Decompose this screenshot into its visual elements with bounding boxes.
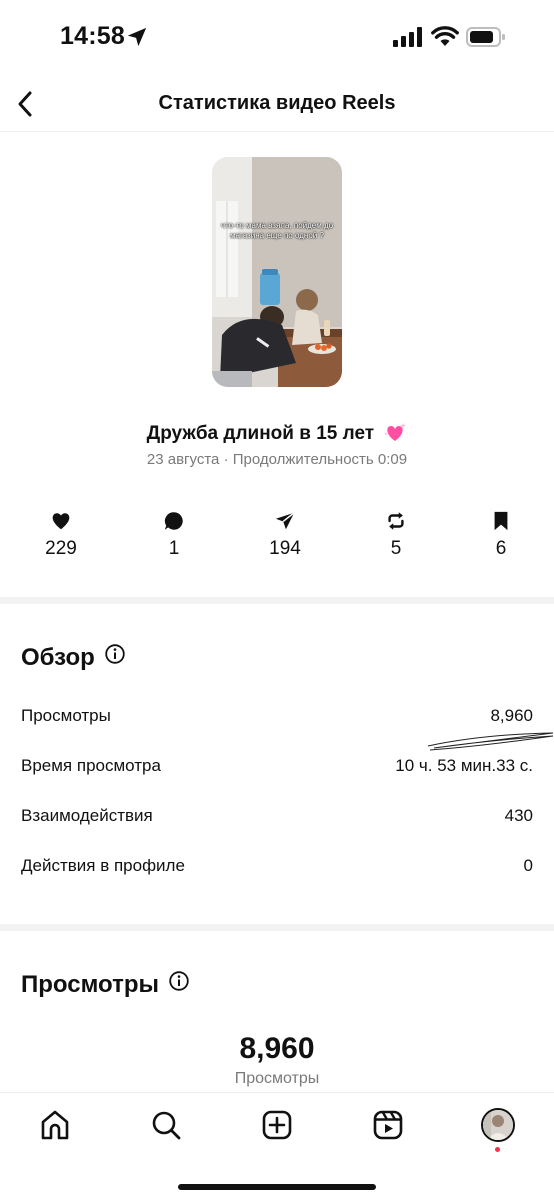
overview-row-label: Взаимодействия — [21, 806, 153, 825]
views-section-title: Просмотры — [21, 971, 189, 999]
avatar — [483, 1110, 513, 1140]
page-title: Статистика видео Reels — [158, 92, 396, 114]
overview-row-label: Просмотры — [21, 706, 111, 725]
info-icon[interactable] — [169, 971, 189, 991]
shares-metric: 194 — [250, 510, 320, 560]
search-icon — [152, 1111, 181, 1140]
section-divider — [0, 597, 554, 604]
cellular-signal-icon — [393, 27, 422, 47]
home-icon — [41, 1110, 69, 1140]
overview-row-value: 10 ч. 53 мин.33 с. — [395, 756, 533, 775]
bookmark-icon — [494, 511, 508, 531]
saves-count: 6 — [495, 538, 507, 559]
section-divider — [0, 924, 554, 931]
likes-metric: 229 — [26, 510, 96, 560]
info-icon[interactable] — [105, 644, 125, 664]
tab-home[interactable] — [37, 1107, 73, 1143]
home-indicator — [178, 1184, 376, 1190]
overview-title-text: Обзор — [21, 644, 95, 671]
tab-profile-avatar[interactable] — [481, 1108, 515, 1142]
overview-row-label: Время просмотра — [21, 756, 161, 775]
notification-dot — [495, 1147, 500, 1152]
reposts-metric: 5 — [361, 510, 431, 560]
overview-section-title: Обзор — [21, 644, 125, 672]
views-title-text: Просмотры — [21, 971, 160, 998]
reel-thumbnail[interactable]: что-то мама взяла, пойдем до магазина ещ… — [212, 157, 342, 387]
reel-title: Дружба длиной в 15 лет — [0, 422, 554, 445]
likes-count: 229 — [45, 538, 77, 559]
repost-icon — [388, 512, 404, 530]
shares-count: 194 — [269, 538, 301, 559]
comment-icon — [164, 512, 183, 530]
reels-icon — [373, 1110, 403, 1140]
tab-reels[interactable] — [370, 1107, 406, 1143]
battery-icon — [466, 27, 505, 47]
reel-thumbnail-caption: что-то мама взяла, пойдем до магазина ещ… — [220, 221, 334, 240]
reposts-count: 5 — [390, 538, 402, 559]
comments-count: 1 — [168, 538, 180, 559]
overview-row-value: 8,960 — [490, 706, 533, 725]
share-icon — [275, 512, 295, 530]
views-caption: Просмотры — [234, 1070, 320, 1087]
overview-row-value: 0 — [523, 856, 533, 875]
overview-row-value: 430 — [504, 806, 533, 825]
saves-metric: 6 — [466, 510, 536, 560]
create-icon — [262, 1110, 292, 1140]
nav-header: Статистика видео Reels — [0, 76, 554, 132]
reel-meta: 23 августа · Продолжительность 0:09 — [146, 451, 408, 468]
sparkling-heart-emoji — [384, 423, 407, 441]
tab-search[interactable] — [148, 1107, 184, 1143]
status-time: 14:58 — [60, 22, 125, 50]
reel-title-text: Дружба длиной в 15 лет — [146, 423, 375, 444]
pen-scribble-annotation — [427, 732, 554, 751]
views-total: 8,960 — [239, 1032, 315, 1065]
reel-insights-screen: 14:58 Статистика видео Reels что-то мама… — [0, 0, 554, 1200]
tab-create[interactable] — [259, 1107, 295, 1143]
location-arrow-icon — [127, 27, 147, 47]
reel-thumbnail-image — [212, 157, 342, 387]
overview-row-label: Действия в профиле — [21, 856, 185, 875]
heart-icon — [52, 513, 70, 530]
wifi-icon — [431, 26, 459, 46]
status-bar: 14:58 — [0, 0, 554, 76]
comments-metric: 1 — [139, 510, 209, 560]
